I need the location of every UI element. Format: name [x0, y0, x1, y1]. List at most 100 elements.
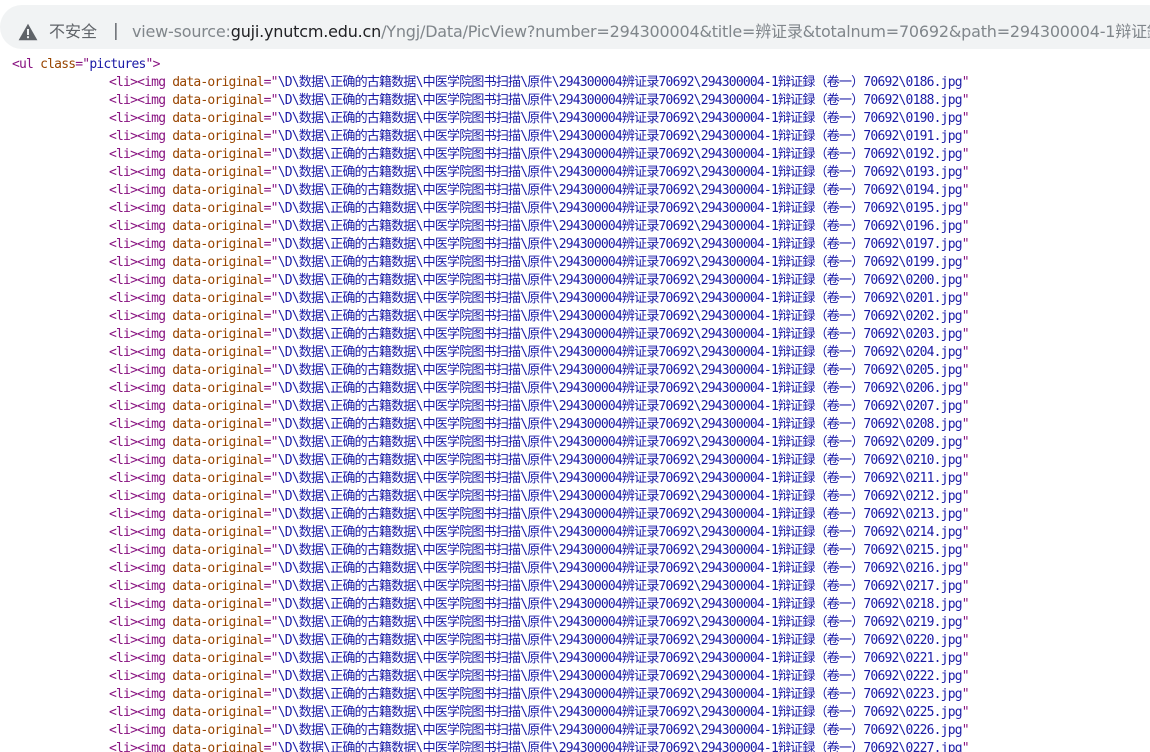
source-line-li-img: <li><img data-original="\D\数据\正确的古籍数据\中医…	[109, 633, 970, 648]
source-line-li-img: <li><img data-original="\D\数据\正确的古籍数据\中医…	[109, 740, 970, 752]
img-tag: img	[144, 381, 166, 396]
source-line-li-img: <li><img data-original="\D\数据\正确的古籍数据\中医…	[109, 183, 970, 198]
source-line-li-img: <li><img data-original="\D\数据\正确的古籍数据\中医…	[109, 579, 970, 594]
image-file-name: 0214.jpg	[905, 525, 963, 540]
image-file-name: 0204.jpg	[905, 345, 963, 360]
data-original-attr: data-original	[172, 111, 264, 126]
img-tag: img	[144, 327, 166, 342]
image-file-name: 0199.jpg	[905, 255, 963, 270]
data-original-attr: data-original	[172, 579, 264, 594]
not-secure-warning-icon[interactable]	[18, 23, 38, 41]
li-tag: li	[116, 507, 131, 522]
img-tag: img	[144, 345, 166, 360]
data-original-attr: data-original	[172, 219, 264, 234]
li-tag: li	[116, 255, 131, 270]
li-tag: li	[116, 435, 131, 450]
url-scheme: view-source:	[132, 22, 231, 41]
image-file-name: 0227.jpg	[905, 741, 963, 752]
image-path-prefix: \D\数据\正确的古籍数据\中医学院图书扫描\原件\294300004辨证录70…	[277, 399, 907, 414]
image-path-prefix: \D\数据\正确的古籍数据\中医学院图书扫描\原件\294300004辨证录70…	[277, 165, 907, 180]
source-line-li-img: <li><img data-original="\D\数据\正确的古籍数据\中医…	[109, 435, 970, 450]
page-source-view[interactable]: <ul class="pictures"> <li><img data-orig…	[0, 54, 1150, 752]
img-tag: img	[144, 453, 166, 468]
img-tag: img	[144, 507, 166, 522]
li-tag: li	[116, 543, 131, 558]
url-host: guji.ynutcm.edu.cn	[230, 22, 382, 41]
data-original-attr: data-original	[172, 255, 264, 270]
li-tag: li	[116, 309, 131, 324]
img-tag: img	[144, 129, 166, 144]
source-line-li-img: <li><img data-original="\D\数据\正确的古籍数据\中医…	[109, 75, 970, 90]
img-tag: img	[144, 183, 166, 198]
source-line-li-img: <li><img data-original="\D\数据\正确的古籍数据\中医…	[109, 381, 970, 396]
data-original-attr: data-original	[172, 75, 264, 90]
img-tag: img	[144, 111, 166, 126]
li-tag: li	[116, 147, 131, 162]
image-file-name: 0195.jpg	[905, 201, 963, 216]
data-original-attr: data-original	[172, 345, 264, 360]
img-tag: img	[144, 687, 166, 702]
img-tag: img	[144, 147, 166, 162]
image-file-name: 0216.jpg	[905, 561, 963, 576]
omnibox[interactable]: 不安全 | view-source:guji.ynutcm.edu.cn/Yng…	[0, 5, 1150, 49]
image-path-prefix: \D\数据\正确的古籍数据\中医学院图书扫描\原件\294300004辨证录70…	[277, 129, 907, 144]
source-line-li-img: <li><img data-original="\D\数据\正确的古籍数据\中医…	[109, 93, 970, 108]
img-tag: img	[144, 435, 166, 450]
li-tag: li	[116, 633, 131, 648]
image-path-prefix: \D\数据\正确的古籍数据\中医学院图书扫描\原件\294300004辨证录70…	[277, 579, 907, 594]
li-tag: li	[116, 381, 131, 396]
image-file-name: 0219.jpg	[905, 615, 963, 630]
image-path-prefix: \D\数据\正确的古籍数据\中医学院图书扫描\原件\294300004辨证录70…	[277, 525, 907, 540]
img-tag: img	[144, 741, 166, 752]
image-path-prefix: \D\数据\正确的古籍数据\中医学院图书扫描\原件\294300004辨证录70…	[277, 75, 907, 90]
li-tag: li	[116, 453, 131, 468]
source-line-li-img: <li><img data-original="\D\数据\正确的古籍数据\中医…	[109, 327, 970, 342]
image-path-prefix: \D\数据\正确的古籍数据\中医学院图书扫描\原件\294300004辨证录70…	[277, 291, 907, 306]
image-file-name: 0209.jpg	[905, 435, 963, 450]
image-path-prefix: \D\数据\正确的古籍数据\中医学院图书扫描\原件\294300004辨证录70…	[277, 723, 907, 738]
image-path-prefix: \D\数据\正确的古籍数据\中医学院图书扫描\原件\294300004辨证录70…	[277, 381, 907, 396]
img-tag: img	[144, 291, 166, 306]
security-status-label[interactable]: 不安全	[49, 22, 97, 42]
image-file-name: 0202.jpg	[905, 309, 963, 324]
image-path-prefix: \D\数据\正确的古籍数据\中医学院图书扫描\原件\294300004辨证录70…	[277, 453, 907, 468]
image-path-prefix: \D\数据\正确的古籍数据\中医学院图书扫描\原件\294300004辨证录70…	[277, 237, 907, 252]
image-path-prefix: \D\数据\正确的古籍数据\中医学院图书扫描\原件\294300004辨证录70…	[277, 543, 907, 558]
image-file-name: 0208.jpg	[905, 417, 963, 432]
image-path-prefix: \D\数据\正确的古籍数据\中医学院图书扫描\原件\294300004辨证录70…	[277, 687, 907, 702]
li-tag: li	[116, 741, 131, 752]
image-path-prefix: \D\数据\正确的古籍数据\中医学院图书扫描\原件\294300004辨证录70…	[277, 435, 907, 450]
image-path-prefix: \D\数据\正确的古籍数据\中医学院图书扫描\原件\294300004辨证录70…	[277, 219, 907, 234]
url-text[interactable]: view-source:guji.ynutcm.edu.cn/Yngj/Data…	[132, 22, 1150, 42]
image-path-prefix: \D\数据\正确的古籍数据\中医学院图书扫描\原件\294300004辨证录70…	[277, 669, 907, 684]
data-original-attr: data-original	[172, 687, 264, 702]
image-file-name: 0201.jpg	[905, 291, 963, 306]
img-tag: img	[144, 417, 166, 432]
image-file-name: 0196.jpg	[905, 219, 963, 234]
ul-open-tag-line: <ul class="pictures">	[12, 57, 160, 72]
image-file-name: 0213.jpg	[905, 507, 963, 522]
data-original-attr: data-original	[172, 273, 264, 288]
li-tag: li	[116, 273, 131, 288]
img-tag: img	[144, 75, 166, 90]
image-file-name: 0192.jpg	[905, 147, 963, 162]
source-line-li-img: <li><img data-original="\D\数据\正确的古籍数据\中医…	[109, 597, 970, 612]
image-file-name: 0206.jpg	[905, 381, 963, 396]
img-tag: img	[144, 579, 166, 594]
li-tag: li	[116, 129, 131, 144]
img-tag: img	[144, 237, 166, 252]
li-tag: li	[116, 291, 131, 306]
image-path-prefix: \D\数据\正确的古籍数据\中医学院图书扫描\原件\294300004辨证录70…	[277, 345, 907, 360]
image-file-name: 0191.jpg	[905, 129, 963, 144]
image-file-name: 0210.jpg	[905, 453, 963, 468]
img-tag: img	[144, 669, 166, 684]
source-line-li-img: <li><img data-original="\D\数据\正确的古籍数据\中医…	[109, 705, 970, 720]
source-line-li-img: <li><img data-original="\D\数据\正确的古籍数据\中医…	[109, 237, 970, 252]
image-path-prefix: \D\数据\正确的古籍数据\中医学院图书扫描\原件\294300004辨证录70…	[277, 615, 907, 630]
image-path-prefix: \D\数据\正确的古籍数据\中医学院图书扫描\原件\294300004辨证录70…	[277, 201, 907, 216]
source-line-li-img: <li><img data-original="\D\数据\正确的古籍数据\中医…	[109, 723, 970, 738]
source-line-li-img: <li><img data-original="\D\数据\正确的古籍数据\中医…	[109, 345, 970, 360]
data-original-attr: data-original	[172, 381, 264, 396]
image-path-prefix: \D\数据\正确的古籍数据\中医学院图书扫描\原件\294300004辨证录70…	[277, 147, 907, 162]
data-original-attr: data-original	[172, 669, 264, 684]
